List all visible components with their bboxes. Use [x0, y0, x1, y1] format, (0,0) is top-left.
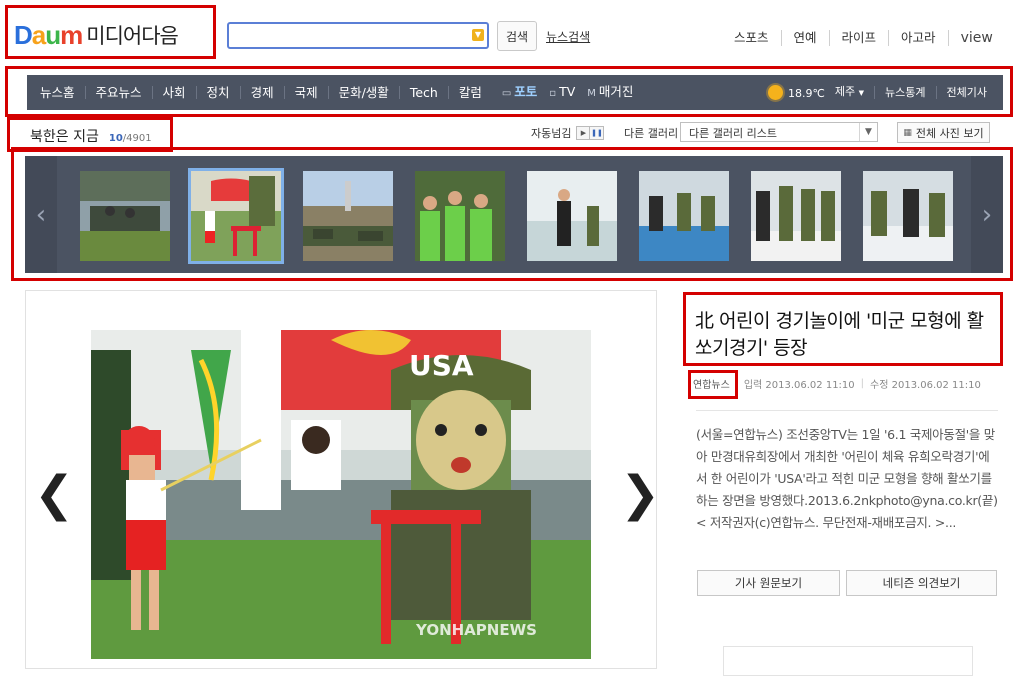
- thumbnail-strip: ‹ ›: [25, 156, 1003, 273]
- weather-city[interactable]: 제주 ▼: [831, 85, 874, 100]
- gallery-total: /4901: [122, 133, 152, 144]
- article-body: (서울=연합뉴스) 조선중앙TV는 1일 '6.1 국제아동절'을 맞아 만경대…: [696, 427, 998, 530]
- view-comments-button[interactable]: 네티즌 의견보기: [846, 570, 997, 596]
- daum-wordmark: Daum: [14, 19, 83, 50]
- sun-icon: [768, 85, 784, 100]
- search-box[interactable]: ▼: [227, 22, 489, 49]
- nav-main-news[interactable]: 주요뉴스: [84, 86, 152, 99]
- nav-tv-label: TV: [559, 84, 576, 99]
- other-gallery-select[interactable]: 다른 갤러리 리스트 ▼: [680, 122, 878, 142]
- gallery-title-text: 북한은 지금: [30, 129, 99, 145]
- thumbnail[interactable]: [751, 171, 841, 261]
- view-original-article-button[interactable]: 기사 원문보기: [697, 570, 840, 596]
- nav-magazine[interactable]: M 매거진: [585, 85, 643, 100]
- chevron-left-icon: ❮: [34, 466, 75, 522]
- article-headline[interactable]: 北 어린이 경기놀이에 '미군 모형에 활쏘기경기' 등장: [695, 308, 995, 362]
- thumbnail[interactable]: [863, 171, 953, 261]
- news-search-link[interactable]: 뉴스검색: [546, 28, 590, 45]
- nav-news-home[interactable]: 뉴스홈: [27, 86, 85, 99]
- nav-economy[interactable]: 경제: [239, 86, 284, 99]
- view-all-photos-button[interactable]: ▦ 전체 사진 보기: [897, 122, 990, 143]
- top-nav-entertainment[interactable]: 연예: [780, 30, 829, 46]
- nav-culture[interactable]: 문화/생활: [327, 86, 399, 99]
- thumbnail[interactable]: [527, 171, 617, 261]
- thumbnail[interactable]: [80, 171, 170, 261]
- watermark-text: YONHAPNEWS: [415, 621, 537, 639]
- search-suggest-icon[interactable]: ▼: [472, 29, 484, 41]
- nav-news-stats[interactable]: 뉴스통계: [874, 86, 935, 99]
- main-photo: USA YONHAPNEWS: [91, 330, 591, 659]
- strip-prev-button[interactable]: ‹: [25, 156, 57, 273]
- top-nav-life[interactable]: 라이프: [828, 30, 889, 46]
- autoplay-controls: 자동넘김 ▶ ❚❚: [531, 125, 605, 141]
- pause-icon[interactable]: ❚❚: [590, 126, 605, 140]
- other-gallery-select-value: 다른 갤러리 리스트: [689, 127, 777, 140]
- prev-photo-button[interactable]: ❮: [34, 468, 74, 520]
- search-button[interactable]: 검색: [497, 21, 537, 51]
- nav-politics[interactable]: 정치: [195, 86, 240, 99]
- daum-logo[interactable]: Daum 미디어다음: [14, 17, 179, 53]
- other-gallery-label: 다른 갤러리: [624, 127, 679, 140]
- nav-tech[interactable]: Tech: [398, 86, 448, 99]
- thumbnail[interactable]: [639, 171, 729, 261]
- magazine-icon: M: [587, 88, 596, 99]
- photo-icon: ▭: [501, 88, 512, 99]
- tv-icon: ▫: [549, 88, 557, 99]
- usa-sign-text: USA: [409, 349, 474, 382]
- top-nav: 스포츠 연예 라이프 아고라 view: [722, 30, 1005, 46]
- nav-photo-label: 포토: [514, 84, 538, 99]
- nav-society[interactable]: 사회: [151, 86, 196, 99]
- chevron-right-icon: ❯: [620, 466, 661, 522]
- chevron-down-icon: ▼: [859, 123, 877, 141]
- article-input-date: 입력 2013.06.02 11:10: [743, 380, 855, 391]
- weather-temp: 18.9℃: [788, 87, 825, 100]
- chevron-down-icon: ▼: [858, 89, 865, 97]
- strip-next-button[interactable]: ›: [971, 156, 1003, 273]
- grid-icon: ▦: [903, 127, 912, 138]
- nav-column[interactable]: 칼럼: [447, 86, 492, 99]
- nav-tv[interactable]: ▫ TV: [547, 85, 585, 100]
- nav-all-articles[interactable]: 전체기사: [935, 86, 1003, 99]
- weather-city-label: 제주: [834, 85, 856, 98]
- divider: [696, 410, 998, 411]
- top-nav-agora[interactable]: 아고라: [888, 30, 948, 46]
- chevron-right-icon: ›: [981, 199, 993, 230]
- next-photo-button[interactable]: ❯: [620, 468, 660, 520]
- thumbnail[interactable]: [303, 171, 393, 261]
- meta-divider: |: [860, 378, 865, 389]
- top-nav-sports[interactable]: 스포츠: [722, 30, 781, 46]
- thumbnail-selected[interactable]: [188, 168, 284, 264]
- weather[interactable]: 18.9℃: [755, 85, 831, 100]
- autoplay-label: 자동넘김: [531, 127, 572, 140]
- brand-name: 미디어다음: [86, 24, 179, 48]
- nav-magazine-label: 매거진: [598, 84, 634, 99]
- gallery-current: 10: [108, 133, 123, 144]
- view-all-label: 전체 사진 보기: [915, 126, 984, 140]
- thumbnail[interactable]: [415, 171, 505, 261]
- gallery-title: 북한은 지금 10/4901: [30, 126, 152, 146]
- nav-photo[interactable]: ▭ 포토: [492, 85, 547, 100]
- chevron-left-icon: ‹: [35, 199, 47, 230]
- play-icon[interactable]: ▶: [576, 126, 591, 140]
- ad-box: [723, 646, 973, 676]
- top-nav-view[interactable]: view: [947, 30, 1005, 46]
- search-input[interactable]: [229, 24, 464, 47]
- gallery-counter: 10/4901: [109, 133, 152, 144]
- nav-right: 18.9℃ 제주 ▼ 뉴스통계 전체기사: [755, 85, 1003, 100]
- nav-world[interactable]: 국제: [283, 86, 328, 99]
- article-meta: 연합뉴스 입력 2013.06.02 11:10 | 수정 2013.06.02…: [693, 376, 981, 391]
- article-source[interactable]: 연합뉴스: [693, 376, 730, 391]
- main-nav-bar: 뉴스홈 주요뉴스 사회 정치 경제 국제 문화/생활 Tech 칼럼 ▭ 포토 ▫…: [27, 75, 1003, 110]
- article-edit-date: 수정 2013.06.02 11:10: [870, 380, 981, 391]
